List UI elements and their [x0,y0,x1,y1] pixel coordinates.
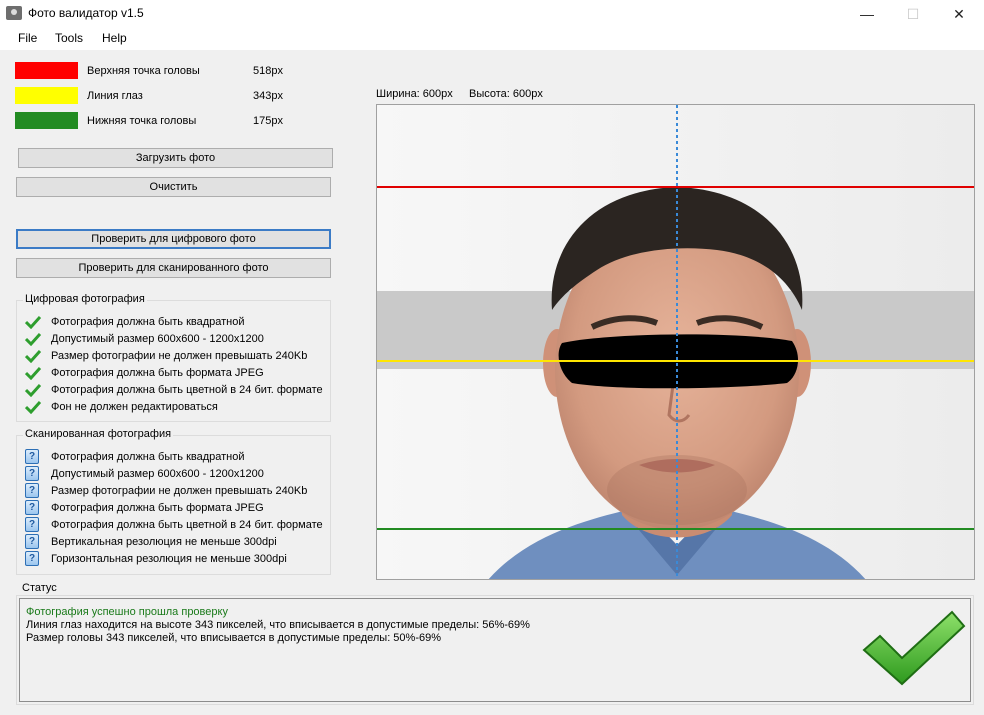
check-scanned-button[interactable]: Проверить для сканированного фото [16,258,331,278]
menu-file[interactable]: File [18,31,37,45]
legend-label: Линия глаз [87,90,143,102]
question-icon: ? [25,500,39,515]
check-icon [25,332,41,346]
camera-icon [6,6,22,20]
group-title: Сканированная фотография [23,428,174,440]
green-swatch [15,112,78,129]
legend-label: Нижняя точка головы [87,115,197,127]
minimize-button[interactable]: — [844,0,890,28]
window-title: Фото валидатор v1.5 [28,6,144,20]
question-icon: ? [25,517,39,532]
legend-value: 175px [253,115,283,127]
menu-tools[interactable]: Tools [55,31,83,45]
legend-value: 518px [253,65,283,77]
question-icon: ? [25,483,39,498]
question-icon: ? [25,449,39,464]
menu-bar: File Tools Help [0,28,984,50]
red-swatch [15,62,78,79]
big-check-icon [862,610,966,686]
check-icon [25,400,41,414]
status-line: Линия глаз находится на высоте 343 пиксе… [26,619,530,631]
status-title: Статус [20,582,59,594]
close-button[interactable]: ✕ [936,0,982,28]
question-icon: ? [25,551,39,566]
scanned-photo-group: Сканированная фотография ? Фотография до… [16,428,331,575]
photo-preview [376,104,975,580]
load-photo-button[interactable]: Загрузить фото [18,148,333,168]
legend-value: 343px [253,90,283,102]
yellow-swatch [15,87,78,104]
clear-button[interactable]: Очистить [16,177,331,197]
status-line: Размер головы 343 пикселей, что вписывае… [26,632,442,644]
maximize-button[interactable]: ☐ [890,0,936,28]
question-icon: ? [25,534,39,549]
menu-help[interactable]: Help [102,31,127,45]
check-icon [25,349,41,363]
group-title: Цифровая фотография [23,293,147,305]
title-bar: Фото валидатор v1.5 — ☐ ✕ [0,0,984,28]
digital-photo-group: Цифровая фотография Фотография должна бы… [16,293,331,422]
image-height-label: Высота: 600px [469,88,543,100]
check-icon [25,315,41,329]
portrait-image [377,105,974,579]
status-success-line: Фотография успешно прошла проверку [26,606,228,618]
image-width-label: Ширина: 600px [376,88,453,100]
question-icon: ? [25,466,39,481]
check-icon [25,366,41,380]
check-icon [25,383,41,397]
check-digital-button[interactable]: Проверить для цифрового фото [16,229,331,249]
legend-label: Верхняя точка головы [87,65,200,77]
